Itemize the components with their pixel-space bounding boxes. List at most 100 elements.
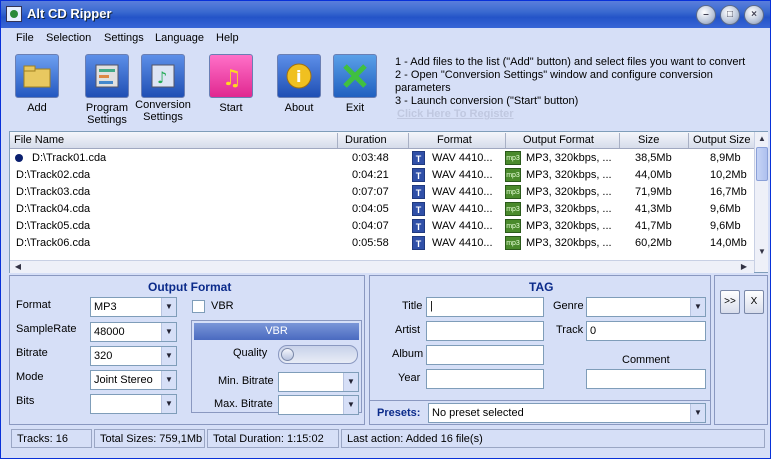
scroll-up-icon[interactable]: ▲	[756, 133, 768, 145]
mode-select[interactable]: Joint Stereo ▼	[90, 370, 177, 390]
vbr-panel: VBR Quality Min. Bitrate ▼ Max. Bitrate …	[191, 320, 362, 415]
app-window: Alt CD Ripper – □ × File Selection Setti…	[0, 0, 771, 459]
chevron-down-icon: ▼	[161, 323, 176, 341]
cell-size: 38,5Mb	[635, 152, 672, 164]
vbr-panel-title: VBR	[194, 323, 359, 340]
maximize-button[interactable]: □	[720, 5, 740, 25]
svg-text:i: i	[296, 67, 301, 86]
column-format[interactable]: Format	[437, 134, 472, 146]
menu-settings[interactable]: Settings	[104, 32, 144, 44]
format-badge-icon: T	[412, 219, 425, 233]
vertical-scrollbar[interactable]: ▲ ▼	[754, 132, 768, 272]
exit-button[interactable]: Exit	[329, 51, 381, 129]
column-size[interactable]: Size	[638, 134, 659, 146]
samplerate-label: SampleRate	[16, 323, 77, 335]
file-list-header: File Name Duration Format Output Format …	[10, 132, 754, 149]
cell-format: WAV 4410...	[432, 152, 493, 164]
horizontal-scrollbar[interactable]: ◀ ▶	[10, 260, 754, 273]
chevron-down-icon: ▼	[161, 347, 176, 365]
chevron-down-icon: ▼	[690, 298, 705, 316]
menu-help[interactable]: Help	[216, 32, 239, 44]
track-input[interactable]: 0	[586, 321, 706, 341]
cell-format: WAV 4410...	[432, 186, 493, 198]
quality-slider[interactable]	[278, 345, 358, 364]
bits-select[interactable]: ▼	[90, 394, 177, 414]
table-row[interactable]: D:\Track01.cda 0:03:48 T WAV 4410... mp3 MP3,…	[10, 150, 754, 167]
column-duration[interactable]: Duration	[345, 134, 387, 146]
table-row[interactable]: D:\Track04.cda 0:04:05 T WAV 4410... mp3 MP3,…	[10, 201, 754, 218]
folder-add-icon	[15, 54, 59, 98]
genre-select[interactable]: ▼	[586, 297, 706, 317]
cell-size: 44,0Mb	[635, 169, 672, 181]
close-button[interactable]: ×	[744, 5, 764, 25]
comment-input[interactable]	[586, 369, 706, 389]
bits-label: Bits	[16, 395, 35, 407]
cell-output-size: 10,2Mb	[710, 169, 747, 181]
menu-selection[interactable]: Selection	[46, 32, 91, 44]
column-output-format[interactable]: Output Format	[523, 134, 594, 146]
cell-file-name: D:\Track03.cda	[16, 186, 91, 198]
quality-label: Quality	[233, 347, 268, 359]
title-bar[interactable]: Alt CD Ripper – □ ×	[1, 1, 770, 28]
cell-format: WAV 4410...	[432, 220, 493, 232]
table-row[interactable]: D:\Track06.cda 0:05:58 T WAV 4410... mp3 MP3,…	[10, 235, 754, 252]
program-settings-button[interactable]: Program Settings	[81, 51, 133, 129]
chevron-down-icon: ▼	[343, 373, 358, 391]
chevron-down-icon: ▼	[343, 396, 358, 414]
menu-language[interactable]: Language	[155, 32, 204, 44]
cell-duration: 0:04:21	[352, 169, 389, 181]
scroll-thumb[interactable]	[756, 147, 768, 181]
file-list[interactable]: File Name Duration Format Output Format …	[9, 131, 768, 273]
album-input[interactable]	[426, 345, 544, 365]
bitrate-select[interactable]: 320 ▼	[90, 346, 177, 366]
info-icon: i	[277, 54, 321, 98]
start-button[interactable]: ♫ Start	[205, 51, 257, 129]
toolbar: Add Program Settings ♪ Conversion Settin…	[9, 51, 389, 129]
column-file-name[interactable]: File Name	[14, 134, 64, 146]
format-badge-icon: T	[412, 236, 425, 250]
cell-format: WAV 4410...	[432, 237, 493, 249]
presets-select[interactable]: No preset selected ▼	[428, 403, 706, 423]
minimize-button[interactable]: –	[696, 5, 716, 25]
svg-text:♫: ♫	[222, 66, 242, 91]
table-row[interactable]: D:\Track03.cda 0:07:07 T WAV 4410... mp3 MP3,…	[10, 184, 754, 201]
bitrate-label: Bitrate	[16, 347, 48, 359]
format-badge-icon: T	[412, 202, 425, 216]
format-select[interactable]: MP3 ▼	[90, 297, 177, 317]
add-button[interactable]: Add	[11, 51, 63, 129]
artist-input[interactable]	[426, 321, 544, 341]
mp3-badge-icon: mp3	[505, 236, 521, 250]
cell-output-size: 8,9Mb	[710, 152, 741, 164]
expand-button[interactable]: >>	[720, 290, 740, 314]
scroll-right-icon[interactable]: ▶	[738, 261, 750, 273]
vbr-checkbox[interactable]	[192, 300, 205, 313]
conversion-settings-button[interactable]: ♪ Conversion Settings	[135, 51, 191, 129]
samplerate-select[interactable]: 48000 ▼	[90, 322, 177, 342]
mp3-badge-icon: mp3	[505, 151, 521, 165]
year-input[interactable]	[426, 369, 544, 389]
column-output-size[interactable]: Output Size	[693, 134, 750, 146]
title-label: Title	[402, 300, 423, 312]
title-input[interactable]: |	[426, 297, 544, 317]
min-bitrate-label: Min. Bitrate	[218, 375, 274, 387]
table-row[interactable]: D:\Track02.cda 0:04:21 T WAV 4410... mp3 MP3,…	[10, 167, 754, 184]
about-button[interactable]: i About	[273, 51, 325, 129]
scroll-down-icon[interactable]: ▼	[756, 246, 768, 258]
max-bitrate-select[interactable]: ▼	[278, 395, 359, 415]
cell-file-name: D:\Track04.cda	[16, 203, 91, 215]
mp3-badge-icon: mp3	[505, 219, 521, 233]
cell-output-size: 16,7Mb	[710, 186, 747, 198]
year-label: Year	[398, 372, 421, 384]
cell-output-format: MP3, 320kbps, ...	[526, 169, 612, 181]
cell-output-format: MP3, 320kbps, ...	[526, 186, 612, 198]
min-bitrate-select[interactable]: ▼	[278, 372, 359, 392]
slider-handle[interactable]	[281, 348, 294, 361]
menu-file[interactable]: File	[16, 32, 34, 44]
cell-output-format: MP3, 320kbps, ...	[526, 220, 612, 232]
mode-label: Mode	[16, 371, 44, 383]
close-panel-button[interactable]: X	[744, 290, 764, 314]
cell-format: WAV 4410...	[432, 203, 493, 215]
table-row[interactable]: D:\Track05.cda 0:04:07 T WAV 4410... mp3 MP3,…	[10, 218, 754, 235]
scroll-left-icon[interactable]: ◀	[12, 261, 24, 273]
register-link[interactable]: Click Here To Register	[397, 108, 514, 120]
